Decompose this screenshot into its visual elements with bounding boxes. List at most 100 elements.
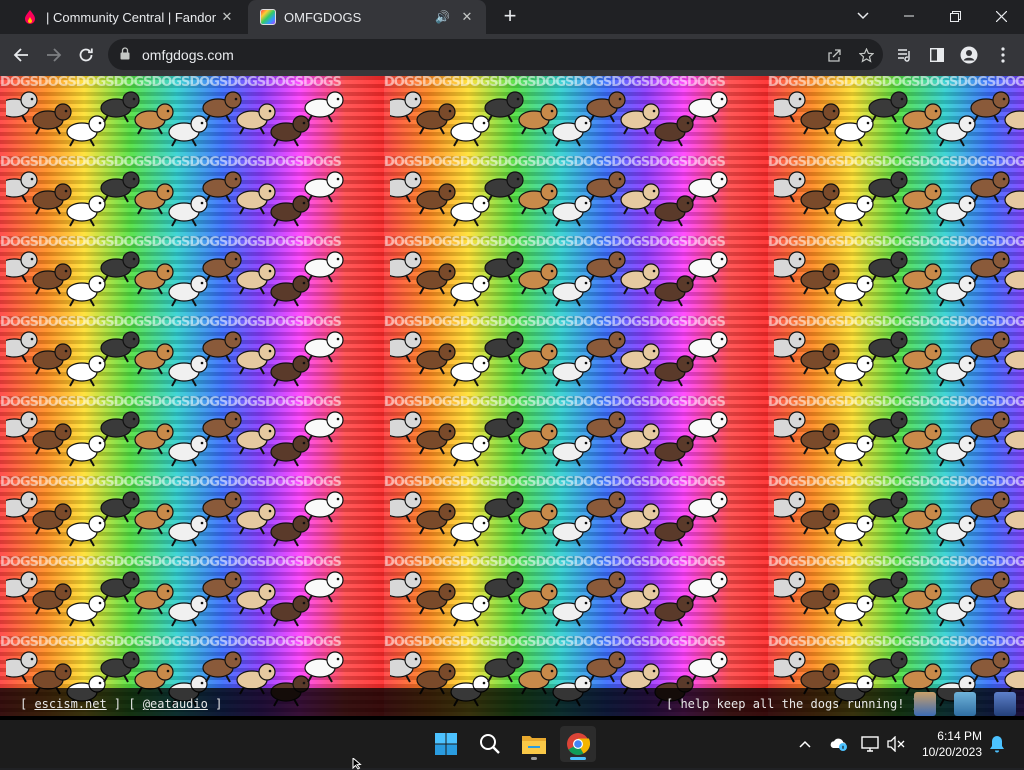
windows-logo-icon	[435, 733, 457, 755]
minimize-icon	[904, 15, 914, 17]
system-clock[interactable]: 6:14 PM 10/20/2023	[910, 728, 982, 760]
onedrive-button[interactable]	[826, 720, 852, 768]
running-dogs-icon	[390, 331, 728, 387]
url-text[interactable]: omfgdogs.com	[142, 47, 234, 63]
network-button[interactable]	[858, 720, 882, 768]
dogs-tile: DOGSDOGSDOGSDOGSDOGSDOGSDOGSDOGSDOGS	[384, 76, 768, 156]
reload-button[interactable]	[73, 42, 99, 68]
chevron-down-icon	[857, 12, 869, 20]
bell-icon	[990, 736, 1004, 753]
tab-title: | Community Central | Fandom	[46, 9, 216, 25]
running-indicator	[531, 757, 537, 760]
tab-search-button[interactable]	[840, 0, 886, 32]
back-button[interactable]	[8, 42, 34, 68]
running-dogs-icon	[390, 91, 728, 147]
chrome-taskbar-button[interactable]	[560, 726, 596, 762]
lock-icon[interactable]	[120, 47, 130, 60]
running-dogs-icon	[6, 411, 344, 467]
dogs-tile: DOGSDOGSDOGSDOGSDOGSDOGSDOGSDOGSDOGS	[384, 236, 768, 316]
dogs-tile: DOGSDOGSDOGSDOGSDOGSDOGSDOGSDOGSDOGS	[0, 236, 384, 316]
support-badge-icon[interactable]	[954, 692, 976, 716]
folder-icon	[522, 736, 546, 754]
menu-button[interactable]	[990, 42, 1016, 68]
running-dogs-icon	[774, 171, 1024, 227]
file-explorer-button[interactable]	[516, 726, 552, 762]
new-tab-button[interactable]: +	[498, 4, 522, 28]
dogs-tile: DOGSDOGSDOGSDOGSDOGSDOGSDOGSDOGSDOGS	[768, 236, 1024, 316]
running-dogs-icon	[6, 251, 344, 307]
dogs-tile: DOGSDOGSDOGSDOGSDOGSDOGSDOGSDOGSDOGS	[384, 476, 768, 556]
bracket-text: [	[20, 697, 35, 711]
dogs-tile: DOGSDOGSDOGSDOGSDOGSDOGSDOGSDOGSDOGS	[0, 476, 384, 556]
start-button[interactable]	[428, 726, 464, 762]
arrow-right-icon	[47, 48, 62, 62]
media-control-button[interactable]	[892, 42, 918, 68]
address-bar[interactable]: omfgdogs.com	[108, 39, 883, 70]
minimize-button[interactable]	[886, 0, 932, 32]
dogs-tile: DOGSDOGSDOGSDOGSDOGSDOGSDOGSDOGSDOGS	[384, 316, 768, 396]
show-hidden-icons-button[interactable]	[794, 720, 816, 768]
arrow-left-icon	[13, 48, 28, 62]
audio-playing-icon[interactable]: 🔊	[435, 10, 450, 24]
dogs-tile: DOGSDOGSDOGSDOGSDOGSDOGSDOGSDOGSDOGS	[0, 316, 384, 396]
dogs-tile: DOGSDOGSDOGSDOGSDOGSDOGSDOGSDOGSDOGS	[768, 76, 1024, 156]
running-dogs-icon	[390, 251, 728, 307]
dogs-tile: DOGSDOGSDOGSDOGSDOGSDOGSDOGSDOGSDOGS	[384, 396, 768, 476]
omfgdogs-page: DOGSDOGSDOGSDOGSDOGSDOGSDOGSDOGSDOGS DOGS…	[0, 76, 1024, 720]
search-button[interactable]	[472, 726, 508, 762]
search-icon	[480, 734, 500, 754]
dogs-tile: DOGSDOGSDOGSDOGSDOGSDOGSDOGSDOGSDOGS	[384, 556, 768, 636]
cloud-info-icon	[830, 738, 847, 751]
tab-community-central[interactable]: | Community Central | Fandom ✕	[8, 0, 246, 34]
dogs-tile: DOGSDOGSDOGSDOGSDOGSDOGSDOGSDOGSDOGS	[0, 76, 384, 156]
media-queue-icon	[898, 49, 910, 62]
windows-taskbar: 6:14 PM 10/20/2023	[0, 720, 1024, 768]
running-dogs-icon	[774, 571, 1024, 627]
dogs-tile: DOGSDOGSDOGSDOGSDOGSDOGSDOGSDOGSDOGS	[384, 156, 768, 236]
dogs-tile: DOGSDOGSDOGSDOGSDOGSDOGSDOGSDOGSDOGS	[768, 476, 1024, 556]
volume-muted-icon	[887, 736, 905, 752]
tab-strip: | Community Central | Fandom ✕ OMFGDOGS …	[0, 0, 1024, 34]
tab-title: OMFGDOGS	[284, 9, 362, 25]
more-vertical-icon	[1001, 47, 1005, 63]
bookmark-button[interactable]	[854, 43, 878, 67]
support-badge-icon[interactable]	[914, 692, 936, 716]
running-dogs-icon	[390, 411, 728, 467]
dogs-tile: DOGSDOGSDOGSDOGSDOGSDOGSDOGSDOGSDOGS	[0, 156, 384, 236]
running-dogs-icon	[6, 571, 344, 627]
network-icon	[861, 736, 879, 752]
browser-toolbar: omfgdogs.com	[0, 34, 1024, 76]
page-footer: [ escism.net ] [ @eataudio ] [ help keep…	[0, 688, 1024, 720]
running-indicator	[570, 757, 586, 760]
tab-omfgdogs[interactable]: OMFGDOGS 🔊 ✕	[248, 0, 486, 34]
profile-icon	[960, 46, 978, 64]
footer-credits: [ escism.net ] [ @eataudio ]	[20, 697, 222, 711]
clock-time: 6:14 PM	[937, 729, 982, 743]
running-dogs-icon	[774, 251, 1024, 307]
dogs-tile: DOGSDOGSDOGSDOGSDOGSDOGSDOGSDOGSDOGS	[768, 156, 1024, 236]
running-dogs-icon	[6, 491, 344, 547]
forward-button[interactable]	[41, 42, 67, 68]
eataudio-link[interactable]: @eataudio	[143, 697, 208, 711]
bracket-text: ] [	[106, 697, 143, 711]
support-badge-icon[interactable]	[994, 692, 1016, 716]
running-dogs-icon	[6, 331, 344, 387]
running-dogs-icon	[774, 411, 1024, 467]
notifications-button[interactable]	[986, 720, 1008, 768]
running-dogs-icon	[774, 491, 1024, 547]
close-window-button[interactable]	[978, 0, 1024, 32]
close-icon	[995, 10, 1007, 22]
running-dogs-icon	[774, 331, 1024, 387]
restore-button[interactable]	[932, 0, 978, 32]
donate-link[interactable]: [ help keep all the dogs running! ]	[666, 697, 919, 711]
dogs-tile: DOGSDOGSDOGSDOGSDOGSDOGSDOGSDOGSDOGS	[0, 556, 384, 636]
tab-close-icon[interactable]: ✕	[456, 9, 478, 25]
share-button[interactable]	[822, 43, 846, 67]
escism-link[interactable]: escism.net	[34, 697, 106, 711]
tab-close-icon[interactable]: ✕	[216, 9, 238, 25]
star-icon	[858, 47, 874, 63]
profile-button[interactable]	[956, 42, 982, 68]
volume-button[interactable]	[884, 720, 908, 768]
side-panel-button[interactable]	[924, 42, 950, 68]
running-dogs-icon	[390, 571, 728, 627]
